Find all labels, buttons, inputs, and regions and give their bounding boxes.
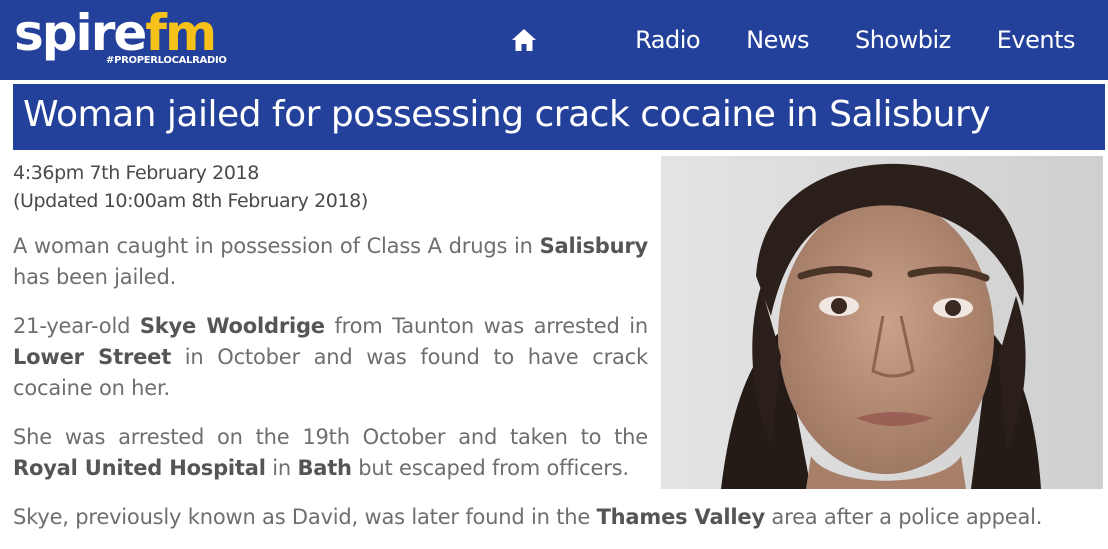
published-time: 4:36pm 7th February 2018	[13, 162, 259, 184]
article-paragraph: A woman caught in possession of Class A …	[13, 234, 649, 289]
keyword-link[interactable]: Royal United Hospital	[13, 456, 266, 480]
nav-news[interactable]: News	[746, 26, 809, 54]
nav-showbiz[interactable]: Showbiz	[855, 26, 951, 54]
article-title: Woman jailed for possessing crack cocain…	[13, 84, 1105, 150]
nav-events[interactable]: Events	[997, 26, 1076, 54]
logo-tagline: #PROPERLOCALRADIO	[106, 55, 227, 66]
keyword-link[interactable]: Bath	[297, 456, 352, 480]
keyword-link[interactable]: Lower Street	[13, 345, 171, 369]
keyword-link[interactable]: Skye Wooldrige	[140, 314, 325, 338]
logo-wordmark: spirefm	[14, 4, 217, 62]
article-paragraph: She was arrested on the 19th October and…	[13, 425, 648, 480]
custody-photo	[661, 156, 1103, 489]
site-logo[interactable]: spirefm #PROPERLOCALRADIO	[14, 6, 229, 68]
nav-radio[interactable]: Radio	[635, 26, 700, 54]
home-icon	[512, 29, 537, 51]
article-paragraph: 21-year-old Skye Wooldrige from Taunton …	[13, 314, 648, 400]
keyword-link[interactable]: Thames Valley	[597, 505, 766, 529]
nav-home[interactable]	[511, 27, 537, 53]
main-nav: Radio News Showbiz Events	[511, 0, 1076, 80]
article-meta: 4:36pm 7th February 2018 (Updated 10:00a…	[13, 159, 368, 215]
article-paragraph: Skye, previously known as David, was lat…	[13, 505, 1043, 529]
article-photo	[661, 156, 1103, 489]
updated-time: (Updated 10:00am 8th February 2018)	[13, 190, 368, 212]
keyword-link[interactable]: Salisbury	[540, 234, 649, 258]
site-header: spirefm #PROPERLOCALRADIO Radio News Sho…	[0, 0, 1108, 80]
